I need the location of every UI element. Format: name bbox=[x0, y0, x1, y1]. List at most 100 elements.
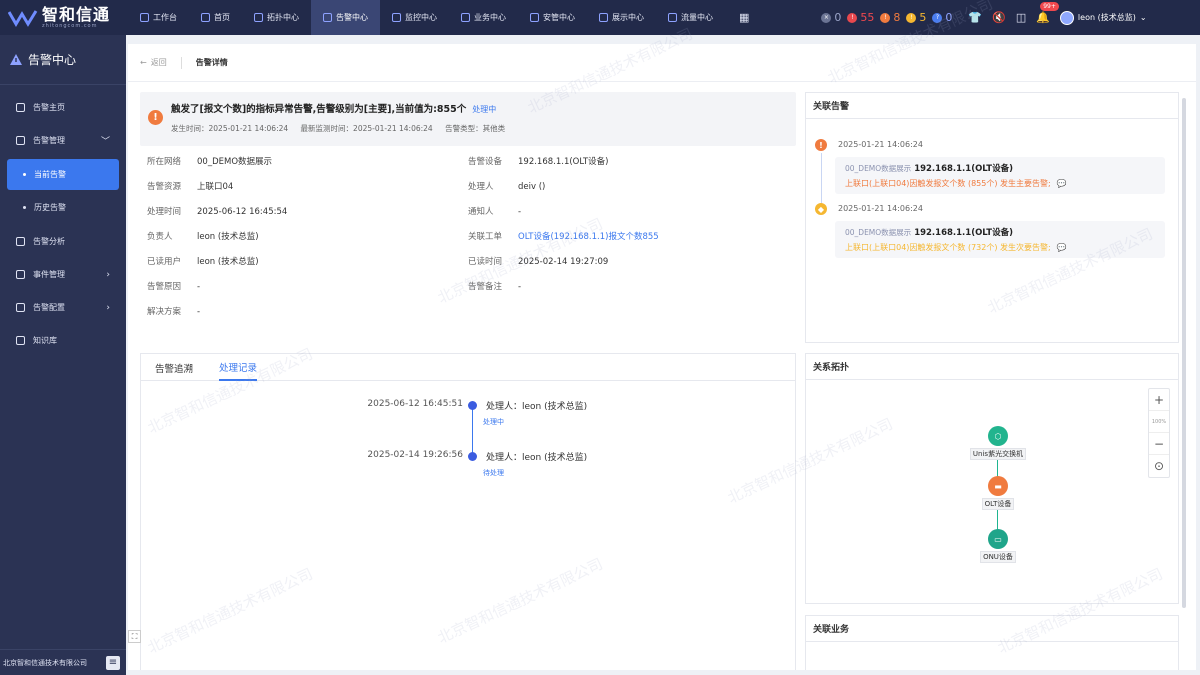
info-handle-time: 处理时间 2025-06-12 16:45:54 bbox=[147, 207, 288, 217]
chevron-down-icon: ⌄ bbox=[1139, 13, 1147, 22]
fullscreen-icon[interactable]: ⛶ bbox=[128, 630, 141, 643]
nav-traffic[interactable]: 流量中心 bbox=[656, 0, 725, 35]
minor-alarm-icon: ◆ bbox=[815, 203, 827, 215]
back-button[interactable]: ← 返回 bbox=[140, 57, 167, 68]
status-count-major[interactable]: ! 8 bbox=[880, 11, 900, 24]
alert-status: 处理中 bbox=[472, 105, 497, 114]
nav-monitor[interactable]: 监控中心 bbox=[380, 0, 449, 35]
business-icon bbox=[461, 13, 470, 22]
zoom-out-icon[interactable]: − bbox=[1149, 433, 1169, 455]
event-icon bbox=[16, 270, 25, 279]
related-alarm-time: 2025-01-21 14:06:24 bbox=[838, 140, 923, 149]
chevron-down-icon: ﹀ bbox=[100, 137, 110, 147]
nav-home[interactable]: 首页 bbox=[189, 0, 242, 35]
onu-device-icon: ▭ bbox=[988, 529, 1008, 549]
main-nav: 工作台 首页 拓扑中心 告警中心 监控中心 业务中心 安管中心 展示中心 流量中… bbox=[128, 0, 763, 35]
node-switch[interactable]: ⬡ Unis紫光交换机 bbox=[960, 426, 1036, 460]
critical-icon: ! bbox=[847, 12, 858, 23]
status-count-warning[interactable]: ? 0 bbox=[932, 11, 952, 24]
layout-icon[interactable]: ◫ bbox=[1016, 11, 1026, 24]
nav-alarm[interactable]: 告警中心 bbox=[311, 0, 380, 35]
sidebar-item-alarm-analysis[interactable]: 告警分析 bbox=[0, 225, 126, 258]
zoom-in-icon[interactable]: + bbox=[1149, 389, 1169, 411]
company-name: 北京智和信通技术有限公司 bbox=[3, 658, 87, 667]
device-name: 192.168.1.1(OLT设备) bbox=[914, 228, 1013, 238]
tab-alarm-trace[interactable]: 告警追溯 bbox=[155, 354, 193, 381]
timeline-dot bbox=[468, 401, 477, 410]
apps-grid-icon[interactable]: ▦ bbox=[725, 0, 763, 35]
warning-triangle-icon bbox=[10, 54, 22, 65]
workbench-icon bbox=[140, 13, 149, 22]
bullet-icon bbox=[23, 173, 26, 176]
info-handler: 处理人 deiv () bbox=[468, 182, 546, 192]
alert-summary: ! 触发了[报文个数]的指标异常告警,告警级别为[主要],当前值为:855个 处理… bbox=[140, 92, 796, 146]
theme-icon[interactable]: 👕 bbox=[968, 11, 982, 24]
nav-business[interactable]: 业务中心 bbox=[449, 0, 518, 35]
node-olt[interactable]: ▬ OLT设备 bbox=[960, 476, 1036, 510]
user-menu[interactable]: leon (技术总监) ⌄ bbox=[1059, 10, 1147, 25]
info-solution: 解决方案 - bbox=[147, 307, 201, 317]
nav-display[interactable]: 展示中心 bbox=[587, 0, 656, 35]
info-device: 告警设备 192.168.1.1(OLT设备) bbox=[468, 157, 609, 167]
sidebar-item-current-alarms[interactable]: 当前告警 bbox=[7, 159, 119, 190]
trace-tabs: 告警追溯 处理记录 bbox=[141, 354, 795, 381]
alert-type: 告警类型：其他类 bbox=[445, 124, 506, 133]
record-handler: 处理人：leon (技术总监) bbox=[486, 402, 588, 412]
major-icon: ! bbox=[880, 12, 891, 23]
comment-icon[interactable]: 💬 bbox=[1057, 243, 1067, 252]
sidebar-item-event-management[interactable]: 事件管理 › bbox=[0, 258, 126, 291]
breadcrumb: ← 返回 告警详情 bbox=[128, 44, 1196, 82]
timeline-line bbox=[472, 409, 473, 455]
record-handler: 处理人：leon (技术总监) bbox=[486, 453, 588, 463]
timeline-line bbox=[821, 153, 822, 205]
node-onu[interactable]: ▭ ONU设备 bbox=[960, 529, 1036, 563]
sidebar-item-alarm-management[interactable]: 告警管理 ﹀ bbox=[0, 124, 126, 157]
avatar bbox=[1059, 10, 1074, 25]
bell-icon[interactable]: 🔔 99+ bbox=[1036, 2, 1059, 24]
network-tag: 00_DEMO数据展示 bbox=[845, 164, 912, 173]
sidebar-item-alarm-home[interactable]: 告警主页 bbox=[0, 91, 126, 124]
alert-meta: 发生时间：2025-01-21 14:06:24 最新监测时间：2025-01-… bbox=[171, 123, 515, 134]
home-icon bbox=[16, 103, 25, 112]
related-alarm-card: 00_DEMO数据展示 192.168.1.1(OLT设备) 上联口(上联口04)… bbox=[835, 157, 1165, 194]
collapse-menu-icon[interactable]: ≡ bbox=[106, 655, 120, 670]
alarm-description: 上联口(上联口04)因触发报文个数 (732个) 发生次要告警; bbox=[845, 243, 1051, 252]
bell-icon bbox=[16, 136, 25, 145]
ticket-link[interactable]: OLT设备(192.168.1.1)报文个数855 bbox=[518, 232, 659, 242]
user-name: leon (技术总监) bbox=[1077, 13, 1136, 22]
scrollbar[interactable] bbox=[1182, 98, 1186, 608]
mute-icon[interactable]: 🔇 bbox=[992, 11, 1006, 24]
nav-workbench[interactable]: 工作台 bbox=[128, 0, 189, 35]
topology-controls: + 100% − ⊙ bbox=[1148, 388, 1170, 478]
topology-title: 关系拓扑 bbox=[806, 354, 1178, 380]
chevron-right-icon: › bbox=[106, 302, 110, 313]
monitor-icon bbox=[392, 13, 401, 22]
status-count-minor[interactable]: ! 5 bbox=[906, 11, 926, 24]
fit-view-icon[interactable]: ⊙ bbox=[1149, 455, 1169, 477]
alarm-icon bbox=[323, 13, 332, 22]
status-count-cleared[interactable]: × 0 bbox=[821, 11, 841, 24]
sidebar-item-alarm-config[interactable]: 告警配置 › bbox=[0, 291, 126, 324]
occur-time: 发生时间：2025-01-21 14:06:24 bbox=[171, 124, 289, 133]
zoom-level: 100% bbox=[1149, 411, 1169, 433]
logo[interactable]: 智和信通 zhitongcom.com bbox=[0, 0, 128, 35]
info-ticket: 关联工单 OLT设备(192.168.1.1)报文个数855 bbox=[468, 232, 659, 242]
brand-subtitle: zhitongcom.com bbox=[42, 23, 98, 29]
comment-icon[interactable]: 💬 bbox=[1057, 179, 1067, 188]
alarm-status-counts: × 0 ! 55 ! 8 ! 5 ? 0 bbox=[821, 11, 952, 24]
nav-topology[interactable]: 拓扑中心 bbox=[242, 0, 311, 35]
main-content: ← 返回 告警详情 ! 触发了[报文个数]的指标异常告警,告警级别为[主要],当前… bbox=[128, 44, 1196, 670]
topology-panel: 关系拓扑 + 100% − ⊙ ⬡ Unis紫光交换机 ▬ OLT设备 ▭ ON… bbox=[805, 353, 1179, 604]
info-notifier: 通知人 - bbox=[468, 207, 522, 217]
info-reader: 已读用户 leon (技术总监) bbox=[147, 257, 259, 267]
record-status: 待处理 bbox=[483, 469, 504, 477]
sidebar-item-history-alarms[interactable]: 历史告警 bbox=[7, 192, 119, 223]
tab-handle-records[interactable]: 处理记录 bbox=[219, 354, 258, 381]
status-count-critical[interactable]: ! 55 bbox=[847, 11, 874, 24]
info-note: 告警备注 - bbox=[468, 282, 522, 292]
traffic-icon bbox=[668, 13, 677, 22]
nav-security[interactable]: 安管中心 bbox=[518, 0, 587, 35]
sidebar-item-knowledge-base[interactable]: 知识库 bbox=[0, 324, 126, 357]
top-bar: 智和信通 zhitongcom.com 工作台 首页 拓扑中心 告警中心 监控中… bbox=[0, 0, 1200, 35]
arrow-left-icon: ← bbox=[140, 58, 147, 67]
